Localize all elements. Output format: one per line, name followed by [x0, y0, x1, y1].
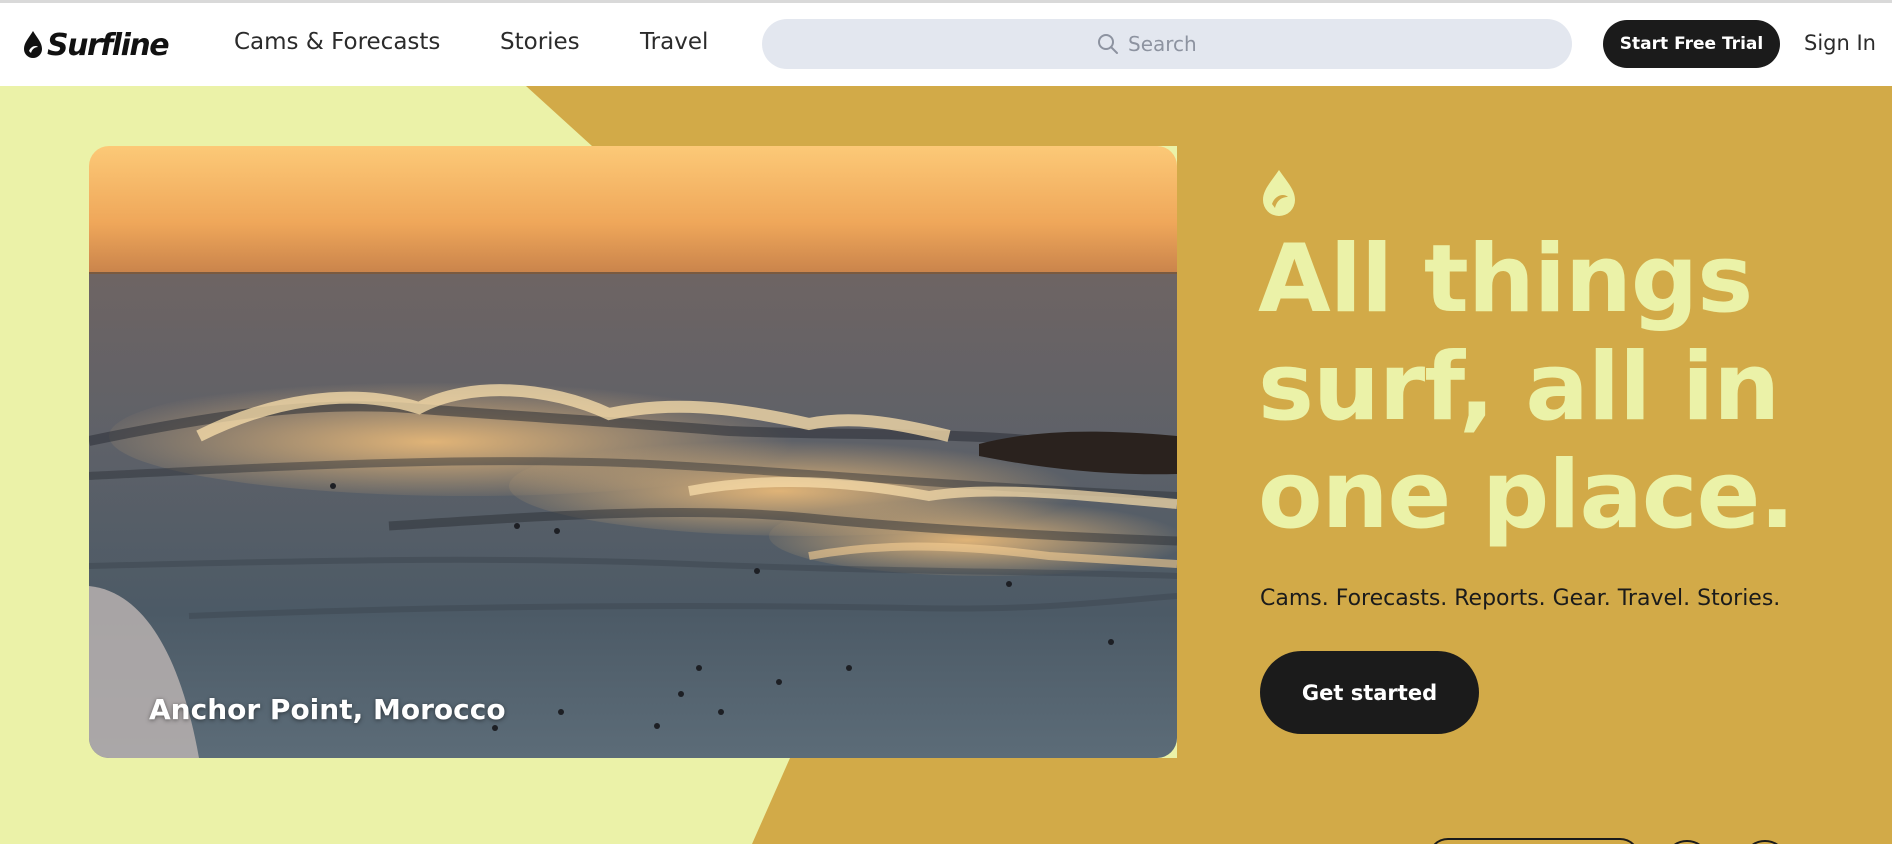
surfline-drop-icon — [1263, 170, 1295, 216]
nav-travel[interactable]: Travel — [640, 29, 708, 55]
search-input[interactable] — [1128, 32, 1238, 56]
hero-tagline: Cams. Forecasts. Reports. Gear. Travel. … — [1260, 586, 1781, 611]
hero-headline: All things surf, all in one place. — [1258, 226, 1858, 550]
sunset-waves-image — [89, 146, 1177, 758]
hero-section: Anchor Point, Morocco All things surf, a… — [0, 86, 1892, 844]
search-bar[interactable] — [762, 19, 1572, 69]
hero-surf-photo: Anchor Point, Morocco — [89, 146, 1177, 758]
surfline-drop-icon — [24, 31, 42, 58]
site-header: Surfline Cams & Forecasts Stories Travel… — [0, 3, 1892, 86]
get-started-button[interactable]: Get started — [1260, 651, 1479, 734]
sign-in-link[interactable]: Sign In — [1804, 31, 1876, 55]
nav-stories[interactable]: Stories — [500, 29, 580, 55]
search-icon — [1098, 34, 1118, 54]
logo-text: Surfline — [47, 27, 170, 63]
start-free-trial-button[interactable]: Start Free Trial — [1603, 20, 1780, 68]
photo-location-caption: Anchor Point, Morocco — [149, 693, 506, 726]
next-section-pill-peek — [1428, 838, 1640, 844]
headline-line-2: surf, all in — [1258, 333, 1780, 442]
headline-line-1: All things — [1258, 225, 1753, 334]
surfline-logo[interactable]: Surfline — [22, 25, 170, 65]
headline-line-3: one place. — [1258, 441, 1795, 550]
nav-cams-forecasts[interactable]: Cams & Forecasts — [234, 29, 440, 55]
